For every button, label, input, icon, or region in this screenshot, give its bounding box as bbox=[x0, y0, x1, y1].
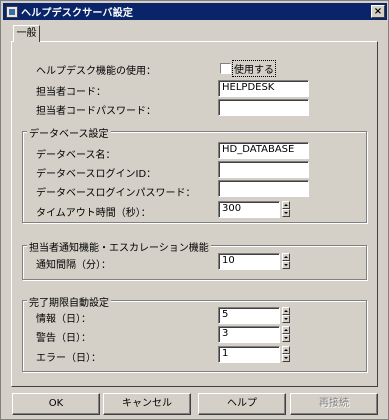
staff-password-label: 担当者コードパスワード： bbox=[36, 106, 156, 117]
db-login-id-input[interactable] bbox=[218, 161, 309, 178]
notify-interval-label: 通知間隔（分）： bbox=[36, 260, 111, 271]
spinner-up-icon[interactable] bbox=[282, 307, 290, 315]
close-button[interactable]: × bbox=[371, 5, 385, 18]
warning-days-label: 警告（日）： bbox=[36, 333, 91, 344]
info-days-input[interactable]: 5 bbox=[218, 307, 280, 324]
warning-days-spinner[interactable] bbox=[282, 326, 290, 343]
db-name-input[interactable]: HD_DATABASE bbox=[218, 142, 309, 159]
use-feature-label: ヘルプデスク機能の使用： bbox=[36, 66, 156, 77]
warning-days-input[interactable]: 3 bbox=[218, 326, 280, 343]
db-name-label: データベース名： bbox=[36, 150, 116, 161]
window-title: ヘルプデスクサーバ設定 bbox=[21, 8, 134, 19]
tab-general[interactable]: 一般 bbox=[13, 25, 40, 42]
error-days-label: エラー（日）： bbox=[36, 353, 101, 364]
staff-code-input[interactable]: HELPDESK bbox=[218, 80, 309, 97]
staff-code-label: 担当者コード： bbox=[36, 87, 106, 98]
settings-dialog: ヘルプデスクサーバ設定 × 一般 ヘルプデスク機能の使用： 使用する 担当者コー… bbox=[0, 0, 389, 420]
spinner-down-icon[interactable] bbox=[282, 354, 290, 362]
help-button[interactable]: ヘルプ bbox=[198, 393, 286, 415]
ok-button[interactable]: OK bbox=[12, 393, 100, 415]
spinner-down-icon[interactable] bbox=[282, 315, 290, 323]
info-days-spinner[interactable] bbox=[282, 307, 290, 324]
timeout-spinner[interactable] bbox=[282, 201, 290, 218]
title-bar: ヘルプデスクサーバ設定 × bbox=[3, 3, 387, 20]
expiry-group-title: 完了期限自動設定 bbox=[27, 294, 111, 309]
db-login-password-input[interactable] bbox=[218, 180, 309, 197]
staff-password-input[interactable] bbox=[218, 99, 309, 116]
spinner-up-icon[interactable] bbox=[282, 253, 290, 261]
db-login-password-label: データベースログインパスワード： bbox=[36, 188, 196, 199]
spinner-up-icon[interactable] bbox=[282, 201, 290, 209]
database-group-title: データベース設定 bbox=[27, 125, 111, 140]
app-icon bbox=[6, 5, 18, 18]
error-days-spinner[interactable] bbox=[282, 346, 290, 363]
notify-interval-spinner[interactable] bbox=[282, 253, 290, 270]
notify-interval-input[interactable]: 10 bbox=[218, 253, 280, 270]
timeout-input[interactable]: 300 bbox=[218, 201, 280, 218]
reconnect-button[interactable]: 再接続 bbox=[290, 393, 378, 415]
info-days-label: 情報（日）： bbox=[36, 314, 91, 325]
cancel-button[interactable]: キャンセル bbox=[103, 393, 191, 415]
timeout-label: タイムアウト時間（秒）： bbox=[36, 208, 151, 219]
error-days-input[interactable]: 1 bbox=[218, 346, 280, 363]
use-feature-checkbox-label[interactable]: 使用する bbox=[232, 60, 276, 77]
db-login-id-label: データベースログインID： bbox=[36, 169, 157, 180]
use-feature-checkbox[interactable] bbox=[220, 63, 231, 74]
spinner-down-icon[interactable] bbox=[282, 334, 290, 342]
spinner-up-icon[interactable] bbox=[282, 346, 290, 354]
spinner-down-icon[interactable] bbox=[282, 261, 290, 269]
spinner-down-icon[interactable] bbox=[282, 209, 290, 217]
spinner-up-icon[interactable] bbox=[282, 326, 290, 334]
escalation-group-title: 担当者通知機能・エスカレーション機能 bbox=[27, 239, 211, 254]
